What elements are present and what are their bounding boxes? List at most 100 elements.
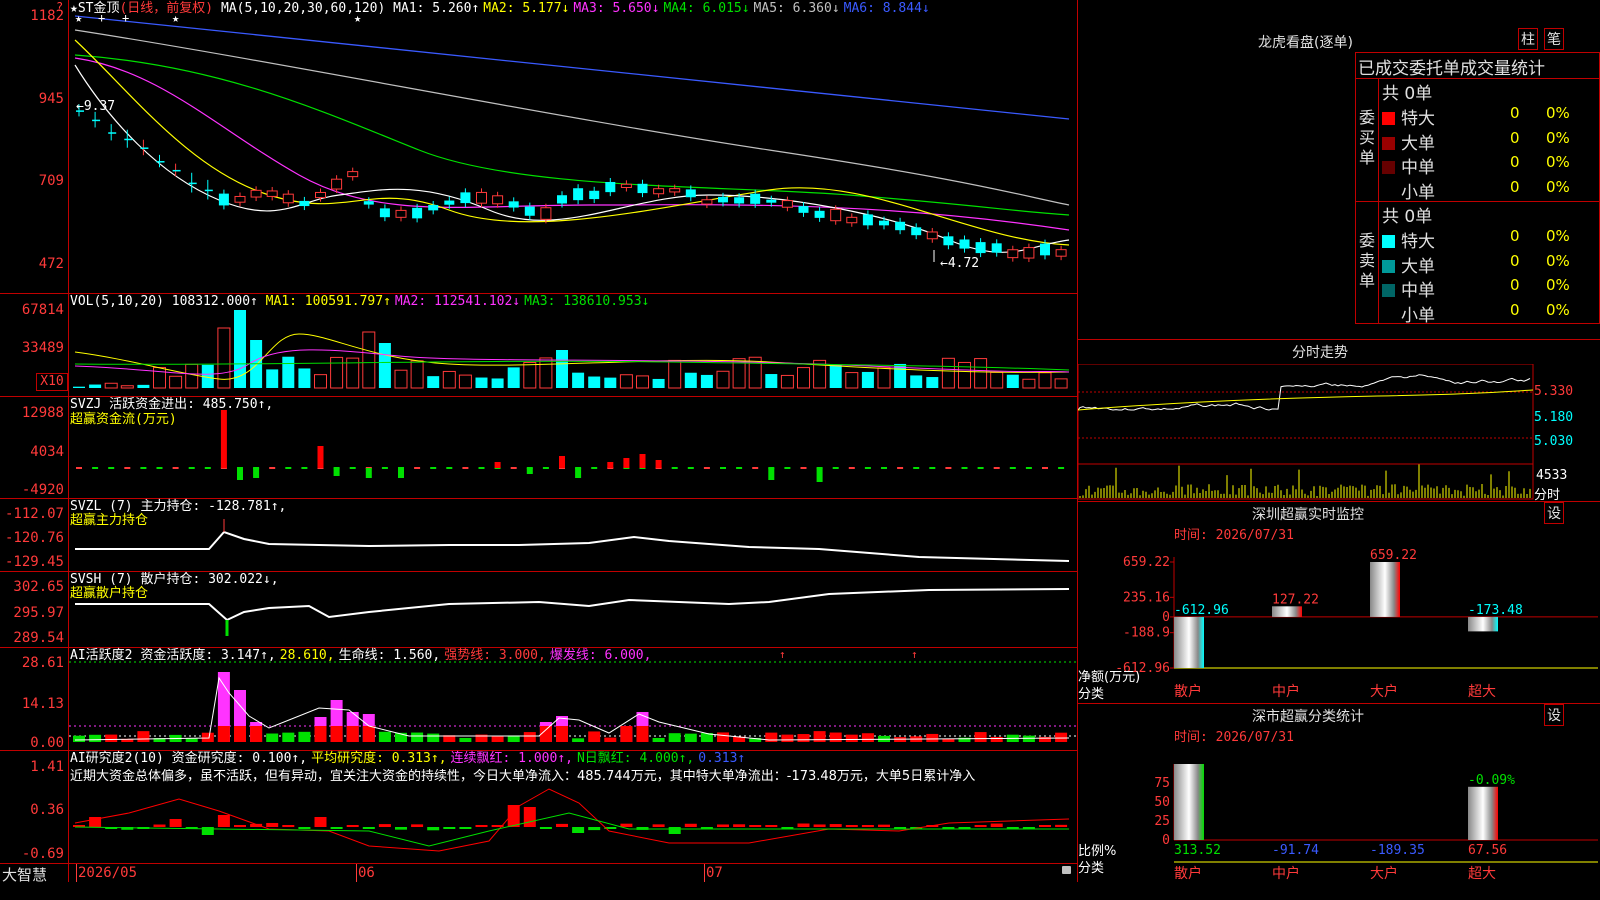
candle-body	[1023, 247, 1035, 259]
intraday-panel[interactable]: 分时走势 5.330 5.180 5.030 4533 分时	[1078, 340, 1600, 503]
dragon-panel[interactable]: 龙虎看盘(逐单) 柱 笔 已成交委托单成交量统计 委买单 委卖单 共 0单 特大…	[1078, 0, 1600, 340]
activity-bar	[89, 734, 102, 742]
research-bar	[620, 823, 633, 827]
candle-body	[266, 190, 278, 197]
volume-bar	[89, 384, 102, 388]
monitor-bar	[1370, 562, 1400, 617]
volume-bar	[330, 356, 344, 389]
order-type: 大单	[1401, 256, 1435, 277]
research-bar	[330, 827, 343, 829]
flow-dash	[285, 467, 292, 469]
price-y-tick: 1182	[30, 8, 64, 24]
candle-body	[363, 201, 374, 205]
candle-body	[926, 231, 938, 240]
svzj-chart[interactable]	[69, 397, 1077, 498]
candle-body	[1055, 249, 1067, 257]
ai-research-y-tick: 1.41	[30, 759, 64, 775]
sz-monitor-panel[interactable]: 深圳超赢实时监控 设 时间: 2026/07/31 659.22 235.16 0-…	[1078, 502, 1600, 704]
ai-active-chart[interactable]: ↑ ↑	[69, 648, 1077, 750]
candle-body	[331, 178, 343, 190]
class-bar	[1174, 764, 1204, 840]
svzl-y-tick: -129.45	[4, 554, 64, 570]
lock-icon[interactable]	[1062, 866, 1071, 874]
ma5-line	[74, 29, 1070, 206]
volume-bar	[829, 364, 842, 388]
bar-view-button[interactable]: 柱	[1518, 28, 1538, 50]
activity-bar	[330, 726, 343, 742]
research-bar	[362, 827, 375, 829]
monitor-bar	[1468, 616, 1498, 632]
order-count: 0	[1510, 251, 1520, 270]
class-pct-label: -0.09%	[1468, 773, 1515, 788]
color-swatch	[1382, 185, 1395, 199]
research-bar	[878, 824, 890, 827]
ai-active-panel[interactable]: AI活跃度2 资金活跃度: 3.147↑, 28.610, 生命线: 1.560, 强…	[0, 648, 1078, 751]
volume-bar	[104, 382, 118, 389]
price-panel[interactable]: ★ST金顶(日线，前复权) MA(5,10,20,30,60,120) MA1:…	[0, 0, 1078, 294]
price-chart[interactable]: ★ + + ★ ★	[69, 0, 1077, 293]
pen-view-button[interactable]: 笔	[1544, 28, 1564, 50]
sz-class-chart[interactable]: 75 50 25 0 313.52 散户 -91.74 中户 -189.35 大户 -0.09% 67…	[1078, 704, 1600, 900]
candle-body	[557, 195, 567, 204]
order-type: 大单	[1401, 133, 1435, 154]
order-percent: 0%	[1546, 128, 1570, 147]
candle-body	[204, 189, 213, 192]
candle-body	[589, 190, 600, 200]
flow-bar	[237, 468, 243, 480]
sz-monitor-chart[interactable]: 659.22235.160-188.9-612.96-612.96散户127.2…	[1078, 502, 1600, 702]
activity-bar	[491, 735, 504, 742]
chart-area[interactable]: ★ST金顶(日线，前复权) MA(5,10,20,30,60,120) MA1:…	[0, 0, 1078, 884]
research-bar	[974, 825, 987, 827]
svzl-line	[75, 530, 1070, 562]
sz-class-panel[interactable]: 深市超赢分类统计 设 时间: 2026/07/31 75 50 25 0 313.52 散…	[1078, 704, 1600, 900]
volume-chart[interactable]	[69, 294, 1077, 396]
volume-panel[interactable]: VOL(5,10,20) 108312.000↑ MA1: 100591.797…	[0, 294, 1078, 397]
svzl-panel[interactable]: SVZL (7) 主力持仓: -128.781↑, 超赢主力持仓 -112.07…	[0, 499, 1078, 572]
research-bar	[443, 827, 456, 829]
candle-body	[895, 221, 906, 231]
flow-dash	[414, 467, 421, 469]
research-bar	[346, 825, 359, 827]
order-type: 小单	[1401, 305, 1435, 326]
candle-body	[508, 201, 519, 208]
ai-research-chart[interactable]	[69, 751, 1077, 863]
research-bar	[266, 822, 279, 827]
high-marker: ←9.37	[76, 99, 116, 114]
activity-bar	[926, 733, 939, 742]
dragon-table: 已成交委托单成交量统计 委买单 委卖单 共 0单 特大 0 0% 大单 0 0% 中单 0 0%…	[1355, 52, 1600, 326]
intraday-chart[interactable]	[1078, 364, 1534, 500]
ai-research-panel[interactable]: AI研究度2(10) 资金研究度: 0.100↑, 平均研究度: 0.313↑, 连…	[0, 751, 1078, 864]
candle-body	[975, 242, 986, 254]
flow-bar	[494, 462, 501, 468]
flow-dash	[848, 467, 855, 469]
svsh-chart[interactable]	[69, 572, 1077, 647]
ai-active-y-tick: 0.00	[30, 735, 64, 751]
volume-bar	[780, 374, 794, 389]
monitor-bar	[1174, 616, 1204, 668]
candle-body	[943, 236, 954, 246]
intraday-vol-label: 分时	[1534, 488, 1561, 503]
monitor-category: 中户	[1272, 683, 1300, 700]
candle-body	[188, 182, 197, 185]
color-swatch	[1382, 235, 1395, 248]
order-percent: 0%	[1546, 227, 1570, 245]
activity-bar	[459, 737, 472, 742]
color-swatch	[1382, 259, 1395, 273]
dragon-title: 龙虎看盘(逐单)	[1258, 35, 1353, 51]
activity-bar	[556, 726, 568, 742]
research-bar	[652, 824, 665, 827]
flow-bar	[575, 468, 582, 478]
event-marker: ★	[75, 11, 82, 25]
date-label: 2026/05	[78, 865, 138, 881]
svsh-line	[75, 588, 1070, 622]
flow-dash	[703, 467, 710, 469]
research-bar	[668, 827, 681, 834]
svzj-panel[interactable]: SVZJ 活跃资金进出: 485.750↑, 超赢资金流(万元) 12988 4…	[0, 397, 1078, 499]
flow-dash	[108, 467, 115, 469]
svzl-y-tick: -120.76	[4, 530, 64, 546]
svzl-chart[interactable]	[69, 499, 1077, 571]
candle-body	[605, 181, 616, 193]
date-tick	[704, 864, 705, 882]
svsh-panel[interactable]: SVSH (7) 散户持仓: 302.022↓, 超赢散户持仓 302.65 2…	[0, 572, 1078, 648]
candle-body	[412, 207, 423, 219]
